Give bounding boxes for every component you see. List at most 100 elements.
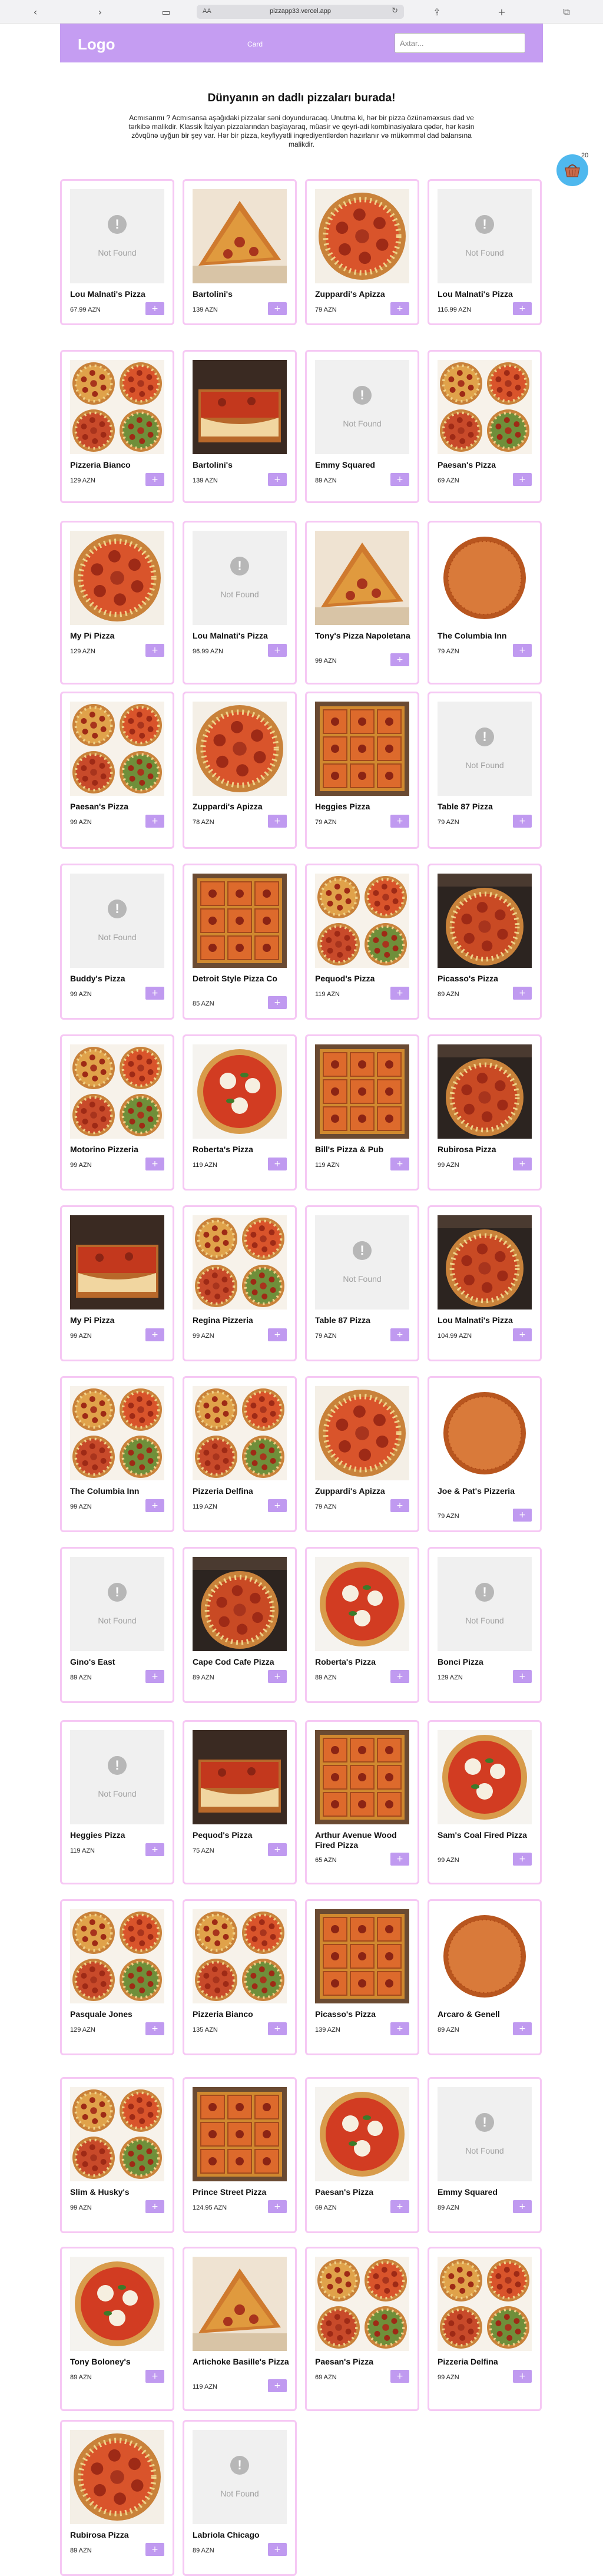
pizza-photo: [70, 2257, 164, 2351]
add-to-cart-button[interactable]: +: [268, 644, 287, 657]
add-to-cart-button[interactable]: +: [513, 2370, 532, 2383]
add-to-cart-button[interactable]: +: [513, 987, 532, 1000]
product-card: Slim & Husky's 99 AZN +: [60, 2077, 174, 2233]
add-to-cart-button[interactable]: +: [513, 2022, 532, 2035]
product-price: 99 AZN: [70, 991, 92, 998]
add-to-cart-button[interactable]: +: [145, 2022, 164, 2035]
product-card: Bartolini's 139 AZN +: [183, 179, 297, 325]
book-icon[interactable]: ▭: [159, 5, 173, 19]
add-to-cart-button[interactable]: +: [513, 644, 532, 657]
address-bar[interactable]: AA pizzapp33.vercel.app ↻: [197, 5, 404, 19]
product-name: Cape Cod Cafe Pizza: [193, 1657, 274, 1666]
back-icon[interactable]: ‹: [28, 5, 42, 19]
product-card: Paesan's Pizza 69 AZN +: [305, 2077, 419, 2233]
basket-icon[interactable]: [556, 154, 588, 186]
add-to-cart-button[interactable]: +: [390, 815, 409, 828]
add-to-cart-button[interactable]: +: [268, 1843, 287, 1856]
product-name: Arcaro & Genell: [438, 2009, 500, 2019]
add-to-cart-button[interactable]: +: [268, 996, 287, 1009]
add-to-cart-button[interactable]: +: [390, 1853, 409, 1866]
add-to-cart-button[interactable]: +: [390, 1158, 409, 1170]
add-to-cart-button[interactable]: +: [513, 1509, 532, 1522]
add-to-cart-button[interactable]: +: [145, 1328, 164, 1341]
add-to-cart-button[interactable]: +: [513, 473, 532, 486]
forward-icon[interactable]: ›: [93, 5, 107, 19]
add-to-cart-button[interactable]: +: [268, 1328, 287, 1341]
reload-icon[interactable]: ↻: [392, 6, 398, 15]
add-to-cart-button[interactable]: +: [268, 2543, 287, 2556]
add-to-cart-button[interactable]: +: [145, 473, 164, 486]
product-card: The Columbia Inn 99 AZN +: [60, 1376, 174, 1532]
add-to-cart-button[interactable]: +: [513, 1328, 532, 1341]
add-to-cart-button[interactable]: +: [145, 644, 164, 657]
product-name: My Pi Pizza: [70, 1315, 115, 1325]
add-to-cart-button[interactable]: +: [513, 1853, 532, 1866]
add-to-cart-button[interactable]: +: [390, 1670, 409, 1683]
add-to-cart-button[interactable]: +: [390, 1499, 409, 1512]
product-price: 78 AZN: [193, 819, 214, 826]
product-name: Emmy Squared: [315, 460, 375, 469]
add-to-cart-button[interactable]: +: [390, 2370, 409, 2383]
add-to-cart-button[interactable]: +: [145, 1499, 164, 1512]
product-name: Pizzeria Bianco: [193, 2009, 253, 2019]
add-to-cart-button[interactable]: +: [145, 1158, 164, 1170]
pizza-photo: [70, 360, 164, 454]
warning-icon: !: [230, 2456, 249, 2475]
add-to-cart-button[interactable]: +: [390, 2200, 409, 2213]
pizza-photo: [438, 1909, 532, 2003]
add-to-cart-button[interactable]: +: [513, 1158, 532, 1170]
product-card: The Columbia Inn 79 AZN +: [428, 521, 542, 684]
add-to-cart-button[interactable]: +: [390, 653, 409, 666]
add-to-cart-button[interactable]: +: [268, 1670, 287, 1683]
add-to-cart-button[interactable]: +: [513, 815, 532, 828]
search-input[interactable]: [395, 33, 525, 53]
add-to-cart-button[interactable]: +: [513, 2200, 532, 2213]
new-tab-icon[interactable]: +: [495, 5, 509, 19]
add-to-cart-button[interactable]: +: [513, 1670, 532, 1683]
product-card: Pizzeria Bianco 135 AZN +: [183, 1899, 297, 2055]
logo[interactable]: Logo: [78, 35, 115, 54]
pizza-photo: [438, 1386, 532, 1480]
product-image: [193, 1557, 287, 1651]
product-card: Pequod's Pizza 119 AZN +: [305, 864, 419, 1020]
add-to-cart-button[interactable]: +: [145, 987, 164, 1000]
tabs-icon[interactable]: ⧉: [559, 5, 574, 19]
not-found-text: Not Found: [465, 1616, 504, 1625]
add-to-cart-button[interactable]: +: [145, 2543, 164, 2556]
add-to-cart-button[interactable]: +: [268, 2022, 287, 2035]
add-to-cart-button[interactable]: +: [390, 473, 409, 486]
add-to-cart-button[interactable]: +: [390, 2022, 409, 2035]
warning-icon: !: [475, 728, 494, 746]
product-price: 65 AZN: [315, 1857, 337, 1864]
cart-link[interactable]: Card: [247, 40, 263, 48]
add-to-cart-button[interactable]: +: [513, 302, 532, 315]
add-to-cart-button[interactable]: +: [268, 815, 287, 828]
product-card: Paesan's Pizza 99 AZN +: [60, 692, 174, 849]
add-to-cart-button[interactable]: +: [268, 473, 287, 486]
add-to-cart-button[interactable]: +: [268, 2379, 287, 2392]
add-to-cart-button[interactable]: +: [268, 1499, 287, 1512]
pizza-photo: [70, 531, 164, 625]
product-name: The Columbia Inn: [438, 631, 507, 640]
add-to-cart-button[interactable]: +: [390, 987, 409, 1000]
add-to-cart-button[interactable]: +: [268, 302, 287, 315]
add-to-cart-button[interactable]: +: [390, 302, 409, 315]
add-to-cart-button[interactable]: +: [145, 815, 164, 828]
add-to-cart-button[interactable]: +: [145, 1843, 164, 1856]
add-to-cart-button[interactable]: +: [145, 2370, 164, 2383]
add-to-cart-button[interactable]: +: [390, 1328, 409, 1341]
floating-cart[interactable]: 20: [556, 152, 588, 186]
add-to-cart-button[interactable]: +: [145, 302, 164, 315]
product-price: 79 AZN: [438, 819, 459, 826]
add-to-cart-button[interactable]: +: [268, 1158, 287, 1170]
product-price: 119 AZN: [70, 1847, 95, 1854]
add-to-cart-button[interactable]: +: [145, 1670, 164, 1683]
share-icon[interactable]: ⇪: [430, 5, 444, 19]
product-name: Bartolini's: [193, 289, 233, 299]
product-card: Detroit Style Pizza Co 85 AZN +: [183, 864, 297, 1020]
product-image: [70, 360, 164, 454]
add-to-cart-button[interactable]: +: [268, 2200, 287, 2213]
product-image: [70, 2257, 164, 2351]
add-to-cart-button[interactable]: +: [145, 2200, 164, 2213]
product-price: 89 AZN: [438, 2026, 459, 2033]
